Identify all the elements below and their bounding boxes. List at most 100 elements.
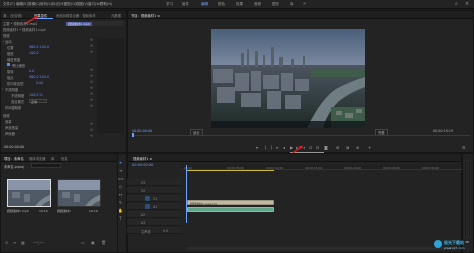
workspace-color[interactable]: 颜色 <box>218 2 225 7</box>
workspace-learn[interactable]: 学习 <box>166 2 173 7</box>
tab-libraries[interactable]: 库 <box>51 156 54 161</box>
delete-icon[interactable]: 🗑 <box>101 240 106 245</box>
program-playhead[interactable] <box>132 133 134 137</box>
menu-help[interactable]: 帮助(H) <box>100 2 112 7</box>
icon-view-icon[interactable]: ▦ <box>21 240 25 245</box>
project-footer: ⊙ ≡ ▦ —○— ▭ ▣ 🗑 <box>3 240 117 246</box>
anchor-value[interactable]: 960.0 540.0 <box>29 75 49 79</box>
top-bar: 文件(F) 编辑(E) 剪辑(C) 序列(S) 标记(M) 图形(G) 视图(V… <box>0 0 474 9</box>
tab-info[interactable]: 信息 <box>61 156 68 161</box>
workspace-libraries[interactable]: 库 <box>290 2 294 7</box>
list-view-icon[interactable]: ≡ <box>13 240 16 245</box>
panner-row[interactable]: 声像器 <box>1 130 64 136</box>
clip-thumbnail-image <box>8 180 50 206</box>
opacity-value[interactable]: 100.0 % <box>29 93 43 97</box>
mark-out-icon[interactable]: } <box>270 145 273 150</box>
add-button-icon[interactable]: + <box>368 145 371 150</box>
add-marker-icon[interactable]: ▾ <box>256 145 258 150</box>
timeline-scrollbar[interactable] <box>186 247 456 250</box>
menu-marker[interactable]: 标记(M) <box>52 2 65 7</box>
extract-icon[interactable]: ⊟ <box>316 145 319 150</box>
scale-value[interactable]: 100.0 <box>29 51 38 55</box>
tab-timeline[interactable]: 视频素材1 ≡ <box>133 156 152 161</box>
more-workspaces-icon[interactable]: » <box>303 1 306 7</box>
track-header-a3[interactable]: A3 <box>127 219 182 226</box>
type-tool-icon[interactable]: T <box>118 216 123 221</box>
zoom-slider[interactable]: —○— <box>33 240 45 245</box>
mark-in-icon[interactable]: { <box>264 145 267 150</box>
program-timecode[interactable]: 00:00:00:00 <box>132 129 152 133</box>
workspace-assembly[interactable]: 组件 <box>182 2 189 7</box>
track-header-a1[interactable]: A1 <box>127 203 182 210</box>
effect-controls-tabbar: 源：(无剪辑) 效果控件 音频剪辑混合器：视频素材 元数据 <box>1 11 126 19</box>
audio-clip[interactable] <box>187 207 274 212</box>
chevron-right-icon[interactable]: › <box>2 87 3 91</box>
timeline-playhead[interactable] <box>186 165 187 223</box>
video-clip[interactable]: 视频素材1.mp4 [V] <box>187 200 274 206</box>
lock-icon[interactable]: ⊙ <box>5 240 8 245</box>
time-remap-label: 时间重映射 <box>5 106 22 110</box>
timeline-timecode[interactable]: 00:00:00:00 <box>132 163 153 167</box>
menu-view[interactable]: 视图(V) <box>76 2 88 7</box>
blend-mode-select[interactable]: 正常 <box>29 98 47 104</box>
project-item-clip[interactable] <box>7 179 51 207</box>
antiflicker-value[interactable]: 0.00 <box>36 81 43 85</box>
menu-graphics[interactable]: 图形(G) <box>64 2 76 7</box>
position-value[interactable]: 960.0 540.0 <box>29 45 49 49</box>
slip-tool-icon[interactable]: ↔ <box>118 192 123 197</box>
hand-tool-icon[interactable]: ✋ <box>118 208 123 213</box>
new-bin-icon[interactable]: ▭ <box>81 240 85 245</box>
effect-controls-timecode[interactable]: 00:00:00:00 <box>4 145 24 149</box>
tab-media-browser[interactable]: 媒体浏览器 <box>29 156 45 161</box>
workspace-editing[interactable]: 编辑 <box>201 2 208 7</box>
go-to-in-icon[interactable]: ⇤ <box>276 145 279 150</box>
rotation-value[interactable]: 0.0 <box>29 69 34 73</box>
track-header-a2[interactable]: A2 <box>127 211 182 218</box>
project-item-sequence[interactable] <box>57 179 101 207</box>
settings-wrench-icon[interactable]: ⚙ <box>462 145 466 150</box>
master-value[interactable]: 0.0 <box>163 229 168 233</box>
program-video-frame[interactable] <box>211 29 365 128</box>
track-name-a2: A2 <box>141 212 146 217</box>
track-target-a1[interactable] <box>145 204 150 209</box>
razor-tool-icon[interactable]: ◇ <box>118 184 123 189</box>
project-item-clip-duration: 19:19 <box>39 209 48 213</box>
new-item-icon[interactable]: ▣ <box>91 240 95 245</box>
pen-tool-icon[interactable]: ✎ <box>118 200 123 205</box>
program-scrub-bar[interactable] <box>132 135 470 136</box>
keyframe-area[interactable] <box>97 38 124 133</box>
export-frame-icon[interactable]: ◙ <box>324 145 328 150</box>
workspace-audio[interactable]: 音频 <box>254 2 261 7</box>
proxy-icon[interactable]: ⊠ <box>346 145 349 150</box>
track-header-v3[interactable]: V3 <box>127 179 182 186</box>
track-header-v2[interactable]: V2 <box>127 187 182 194</box>
workspace-graphics[interactable]: 图形 <box>272 2 279 7</box>
ripple-edit-tool-icon[interactable]: ⟺ <box>118 176 124 181</box>
vr-icon[interactable]: ⊕ <box>356 145 359 150</box>
tab-program[interactable]: 节目：视频素材1 ≡ <box>131 13 160 18</box>
tab-source[interactable]: 源：(无剪辑) <box>3 13 22 18</box>
time-remap-row[interactable]: 时间重映射 <box>1 104 64 110</box>
program-monitor-tabbar: 节目：视频素材1 ≡ <box>128 11 473 19</box>
tab-project[interactable]: 项目：未命名 <box>4 156 24 161</box>
uniform-scale-checkbox[interactable] <box>7 63 10 66</box>
track-header-v1[interactable]: V1 <box>127 195 182 202</box>
master-track-header[interactable]: 主声道 0.0 <box>127 227 182 234</box>
comparison-view-icon[interactable]: ⊞ <box>336 145 339 150</box>
search-icon[interactable]: ⌕ <box>455 1 458 7</box>
menu-clip[interactable]: 剪辑(C) <box>28 2 40 7</box>
project-search-input[interactable] <box>31 163 61 168</box>
tab-metadata[interactable]: 元数据 <box>111 13 121 18</box>
step-back-icon[interactable]: ◂ <box>283 145 285 150</box>
menu-edit[interactable]: 编辑(E) <box>16 2 28 7</box>
track-select-tool-icon[interactable]: ⇥ <box>118 168 123 173</box>
selection-tool-icon[interactable]: ➤ <box>118 160 123 165</box>
track-target-v1[interactable] <box>145 196 150 201</box>
menu-file[interactable]: 文件(F) <box>3 2 15 7</box>
close-icon[interactable]: × <box>465 1 469 7</box>
work-area-bar[interactable] <box>186 170 274 171</box>
workspace-effects[interactable]: 效果 <box>236 2 243 7</box>
tab-audio-mixer[interactable]: 音频剪辑混合器：视频素材 <box>56 13 96 18</box>
lift-icon[interactable]: ⊡ <box>309 145 312 150</box>
menu-sequence[interactable]: 序列(S) <box>40 2 52 7</box>
